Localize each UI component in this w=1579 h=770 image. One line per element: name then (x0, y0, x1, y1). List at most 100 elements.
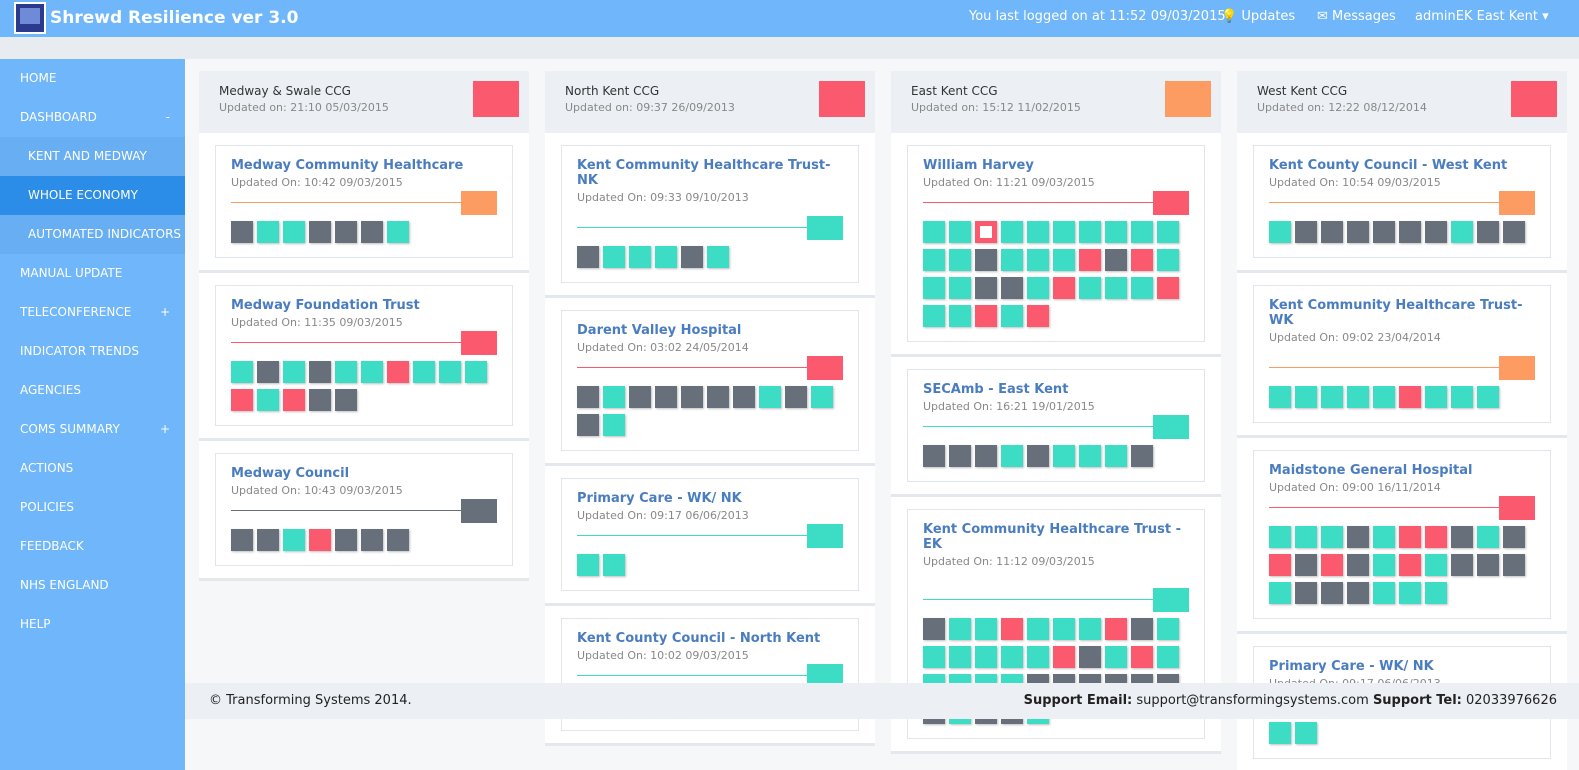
org-name[interactable]: Kent Community Healthcare Trust- NK (577, 158, 843, 188)
indicator-tile[interactable] (811, 386, 833, 408)
indicator-tile[interactable] (975, 618, 997, 640)
org-card[interactable]: Darent Valley Hospital Updated On: 03:02 … (561, 310, 859, 451)
indicator-tile[interactable] (1347, 526, 1369, 548)
indicator-tile[interactable] (1399, 582, 1421, 604)
indicator-tile[interactable] (1451, 526, 1473, 548)
indicator-tile[interactable] (1079, 646, 1101, 668)
org-name[interactable]: Primary Care - WK/ NK (577, 491, 843, 506)
indicator-tile[interactable] (1321, 554, 1343, 576)
sidebar-item-agencies[interactable]: AGENCIES (0, 371, 185, 410)
indicator-tile[interactable] (1079, 221, 1101, 243)
indicator-tile[interactable] (1131, 445, 1153, 467)
org-card[interactable]: Kent Community Healthcare Trust- WK Updat… (1253, 285, 1551, 423)
indicator-tile[interactable] (681, 386, 703, 408)
indicator-tile[interactable] (1105, 646, 1127, 668)
indicator-tile[interactable] (257, 529, 279, 551)
indicator-tile[interactable] (1295, 554, 1317, 576)
indicator-tile[interactable] (975, 221, 997, 243)
sidebar-item-feedback[interactable]: FEEDBACK (0, 527, 185, 566)
indicator-tile[interactable] (577, 554, 599, 576)
indicator-tile[interactable] (387, 529, 409, 551)
indicator-tile[interactable] (283, 221, 305, 243)
indicator-tile[interactable] (1053, 249, 1075, 271)
indicator-tile[interactable] (335, 221, 357, 243)
indicator-tile[interactable] (603, 386, 625, 408)
indicator-tile[interactable] (923, 618, 945, 640)
indicator-tile[interactable] (1157, 277, 1179, 299)
indicator-tile[interactable] (1347, 221, 1369, 243)
indicator-tile[interactable] (923, 221, 945, 243)
indicator-tile[interactable] (1053, 277, 1075, 299)
indicator-tile[interactable] (629, 386, 651, 408)
sidebar-item-policies[interactable]: POLICIES (0, 488, 185, 527)
indicator-tile[interactable] (309, 221, 331, 243)
indicator-tile[interactable] (1027, 277, 1049, 299)
indicator-tile[interactable] (1053, 646, 1075, 668)
indicator-tile[interactable] (1399, 386, 1421, 408)
indicator-tile[interactable] (231, 221, 253, 243)
indicator-tile[interactable] (603, 554, 625, 576)
indicator-tile[interactable] (707, 386, 729, 408)
indicator-tile[interactable] (1295, 221, 1317, 243)
org-card[interactable]: Kent Community Healthcare Trust- NK Updat… (561, 145, 859, 283)
indicator-tile[interactable] (465, 361, 487, 383)
indicator-tile[interactable] (1503, 221, 1525, 243)
indicator-tile[interactable] (1027, 646, 1049, 668)
indicator-tile[interactable] (1373, 582, 1395, 604)
sidebar-item-kent-and-medway[interactable]: KENT AND MEDWAY (0, 137, 185, 176)
indicator-tile[interactable] (1131, 618, 1153, 640)
indicator-tile[interactable] (1347, 582, 1369, 604)
indicator-tile[interactable] (1053, 221, 1075, 243)
indicator-tile[interactable] (949, 277, 971, 299)
indicator-tile[interactable] (681, 246, 703, 268)
ccg-header[interactable]: Medway & Swale CCG Updated on: 21:10 05/0… (199, 71, 529, 133)
indicator-tile[interactable] (387, 361, 409, 383)
indicator-tile[interactable] (923, 646, 945, 668)
indicator-tile[interactable] (1503, 554, 1525, 576)
indicator-tile[interactable] (231, 529, 253, 551)
indicator-tile[interactable] (655, 386, 677, 408)
sidebar-item-indicator-trends[interactable]: INDICATOR TRENDS (0, 332, 185, 371)
indicator-tile[interactable] (1477, 386, 1499, 408)
indicator-tile[interactable] (1105, 249, 1127, 271)
ccg-header[interactable]: West Kent CCG Updated on: 12:22 08/12/201… (1237, 71, 1567, 133)
indicator-tile[interactable] (1079, 249, 1101, 271)
indicator-tile[interactable] (949, 305, 971, 327)
indicator-tile[interactable] (1001, 221, 1023, 243)
sidebar-item-automated-indicators[interactable]: AUTOMATED INDICATORS (0, 215, 185, 254)
indicator-tile[interactable] (1321, 386, 1343, 408)
indicator-tile[interactable] (1105, 277, 1127, 299)
indicator-tile[interactable] (1477, 526, 1499, 548)
org-name[interactable]: Maidstone General Hospital (1269, 463, 1535, 478)
indicator-tile[interactable] (1321, 221, 1343, 243)
indicator-tile[interactable] (283, 529, 305, 551)
sidebar-item-teleconference[interactable]: TELECONFERENCE + (0, 293, 185, 332)
indicator-tile[interactable] (309, 389, 331, 411)
org-name[interactable]: Kent Community Healthcare Trust- WK (1269, 298, 1535, 328)
indicator-tile[interactable] (361, 221, 383, 243)
indicator-tile[interactable] (335, 529, 357, 551)
indicator-tile[interactable] (1503, 526, 1525, 548)
indicator-tile[interactable] (231, 389, 253, 411)
org-name[interactable]: Medway Foundation Trust (231, 298, 497, 313)
indicator-tile[interactable] (1027, 249, 1049, 271)
indicator-tile[interactable] (603, 246, 625, 268)
org-card[interactable]: William Harvey Updated On: 11:21 09/03/20… (907, 145, 1205, 342)
indicator-tile[interactable] (1425, 554, 1447, 576)
indicator-tile[interactable] (785, 386, 807, 408)
sidebar-item-actions[interactable]: ACTIONS (0, 449, 185, 488)
org-card[interactable]: SECAmb - East Kent Updated On: 16:21 19/0… (907, 369, 1205, 482)
indicator-tile[interactable] (1399, 526, 1421, 548)
indicator-tile[interactable] (1269, 722, 1291, 744)
indicator-tile[interactable] (949, 445, 971, 467)
indicator-tile[interactable] (257, 389, 279, 411)
indicator-tile[interactable] (1079, 277, 1101, 299)
indicator-tile[interactable] (1321, 526, 1343, 548)
indicator-tile[interactable] (1269, 526, 1291, 548)
indicator-tile[interactable] (1053, 445, 1075, 467)
org-name[interactable]: Medway Community Healthcare (231, 158, 497, 173)
indicator-tile[interactable] (923, 305, 945, 327)
indicator-tile[interactable] (1105, 618, 1127, 640)
indicator-tile[interactable] (1079, 445, 1101, 467)
indicator-tile[interactable] (231, 361, 253, 383)
